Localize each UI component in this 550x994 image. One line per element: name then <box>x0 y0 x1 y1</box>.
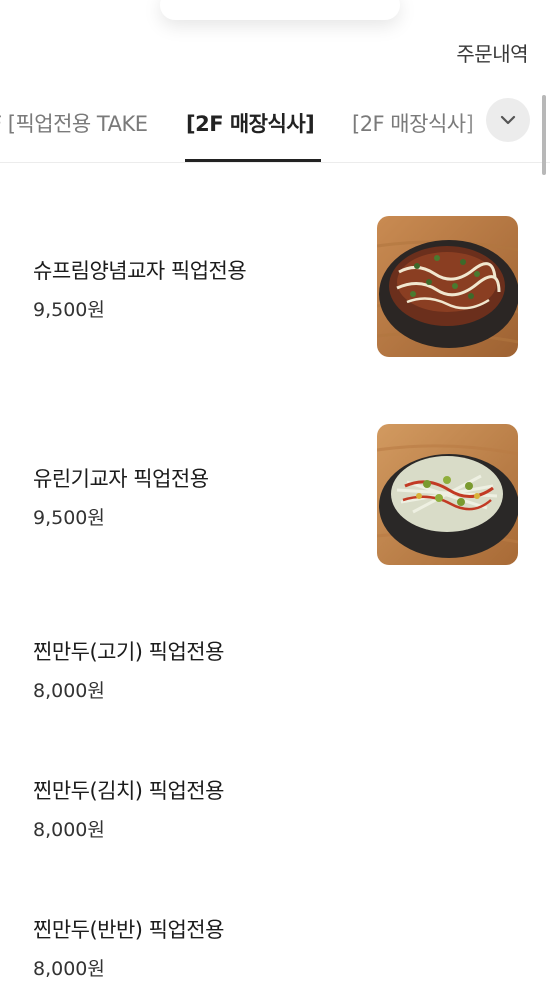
menu-item-name: 슈프림양념교자 픽업전용 <box>33 259 247 283</box>
menu-item-name: 찐만두(고기) 픽업전용 <box>33 640 224 664</box>
menu-item[interactable]: 찐만두(김치) 픽업전용 8,000원 <box>0 759 550 849</box>
category-tab-bar: F [픽업전용 TAKE [2F 매장식사] [2F 매장식사] <box>0 96 550 163</box>
scrollbar[interactable] <box>542 95 546 175</box>
menu-item[interactable]: 유린기교자 픽업전용 9,500원 <box>0 423 550 568</box>
chevron-down-icon <box>500 115 516 125</box>
tab-2f-dine-in-active[interactable]: [2F 매장식사] <box>186 108 315 138</box>
menu-item-photo <box>377 424 518 565</box>
menu-item-name: 찐만두(반반) 픽업전용 <box>33 918 224 942</box>
order-history-link[interactable]: 주문내역 <box>456 38 528 67</box>
menu-item-price: 9,500원 <box>33 299 105 321</box>
menu-item-price: 8,000원 <box>33 958 105 980</box>
menu-item-name: 유린기교자 픽업전용 <box>33 467 209 491</box>
menu-item-name: 찐만두(김치) 픽업전용 <box>33 779 224 803</box>
menu-item-price: 8,000원 <box>33 819 105 841</box>
menu-item-photo <box>377 216 518 357</box>
tab-2f-dine-in[interactable]: [2F 매장식사] <box>352 108 474 138</box>
menu-item[interactable]: 찐만두(반반) 픽업전용 8,000원 <box>0 898 550 988</box>
menu-item[interactable]: 찐만두(고기) 픽업전용 8,000원 <box>0 620 550 710</box>
expand-categories-button[interactable] <box>486 98 530 142</box>
tab-pickup-take[interactable]: F [픽업전용 TAKE <box>0 108 148 138</box>
active-tab-indicator <box>185 159 321 162</box>
menu-item[interactable]: 슈프림양념교자 픽업전용 9,500원 <box>0 215 550 360</box>
menu-item-price: 8,000원 <box>33 680 105 702</box>
menu-item-price: 9,500원 <box>33 507 105 529</box>
top-handle-shadow <box>160 0 400 20</box>
